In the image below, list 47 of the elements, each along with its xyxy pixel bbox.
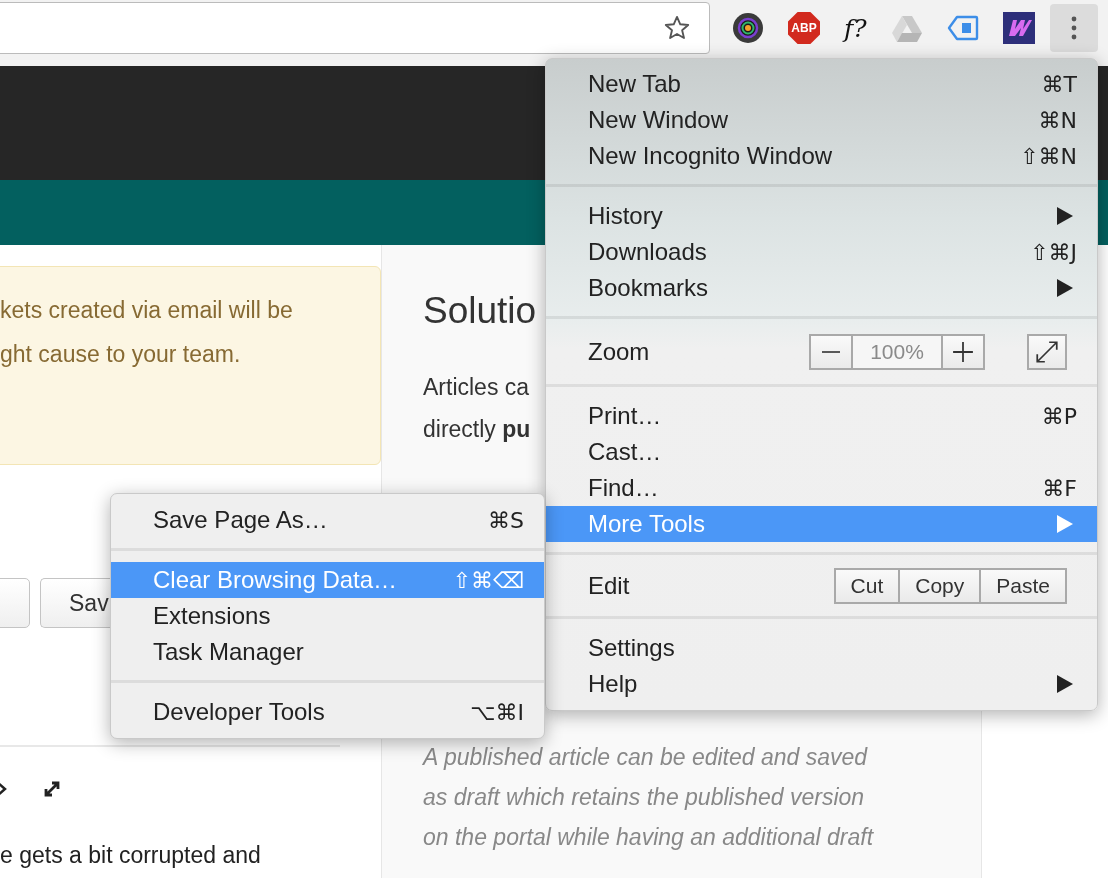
zoom-level: 100%	[851, 336, 943, 368]
menu-item[interactable]: Find… ⌘F	[546, 470, 1097, 506]
menu-item[interactable]: New Window ⌘N	[546, 102, 1097, 138]
camera-lens-icon[interactable]	[732, 12, 764, 44]
menu-item[interactable]: History	[546, 198, 1097, 234]
address-field[interactable]	[0, 2, 710, 54]
fullscreen-button[interactable]	[1027, 334, 1067, 370]
zoom-in-button[interactable]	[943, 336, 983, 368]
save-button[interactable]: Sav	[40, 578, 110, 628]
article-text: Articles ca	[423, 373, 530, 402]
menu-label: Zoom	[588, 338, 651, 366]
article-text: directly pu	[423, 415, 531, 444]
menu-item[interactable]: Print… ⌘P	[546, 398, 1097, 434]
adblock-badge[interactable]: ABP	[788, 12, 820, 44]
edit-action-button[interactable]: Paste	[979, 570, 1065, 602]
extension-label[interactable]: f?	[844, 13, 867, 43]
menu-item[interactable]: Settings	[546, 630, 1097, 666]
note-text: as draft which retains the published version	[423, 783, 865, 812]
menu-item[interactable]: Developer Tools ⌥⌘I	[111, 694, 544, 730]
fullscreen-icon	[1034, 339, 1060, 365]
menu-item[interactable]: New Incognito Window ⇧⌘N	[546, 138, 1097, 174]
menu-item[interactable]: Task Manager	[111, 634, 544, 670]
menu-item[interactable]: Downloads ⇧⌘J	[546, 234, 1097, 270]
tag-icon[interactable]	[946, 15, 979, 41]
alert-text: ght cause to your team.	[0, 340, 241, 369]
menu-button[interactable]	[1050, 4, 1098, 52]
note-text: on the portal while having an additional draft	[423, 823, 874, 852]
menu-item[interactable]: Save Page As… ⌘S	[111, 502, 544, 538]
menu-item[interactable]: New Tab ⌘T	[546, 66, 1097, 102]
plus-icon	[952, 341, 974, 363]
menu-item[interactable]: Help	[546, 666, 1097, 702]
alert-text: kets created via email will be	[0, 296, 293, 325]
more-icon	[1071, 16, 1077, 40]
expand-icon[interactable]	[42, 779, 62, 799]
note-text: A published article can be edited and saved	[423, 743, 868, 772]
menu-item[interactable]: Cast…	[546, 434, 1097, 470]
menu-label: Edit	[588, 572, 631, 600]
article-heading: Solutio	[423, 289, 537, 333]
editor-text: e gets a bit corrupted and	[0, 841, 261, 870]
edit-action-button[interactable]: Cut	[835, 570, 899, 602]
zoom-out-button[interactable]	[811, 336, 851, 368]
star-icon[interactable]	[663, 14, 691, 42]
logo-icon[interactable]	[1002, 12, 1035, 44]
minus-icon	[820, 351, 842, 353]
edit-action-button[interactable]: Copy	[898, 570, 980, 602]
menu-item[interactable]: Bookmarks	[546, 270, 1097, 306]
menu-item[interactable]: Extensions	[111, 598, 544, 634]
